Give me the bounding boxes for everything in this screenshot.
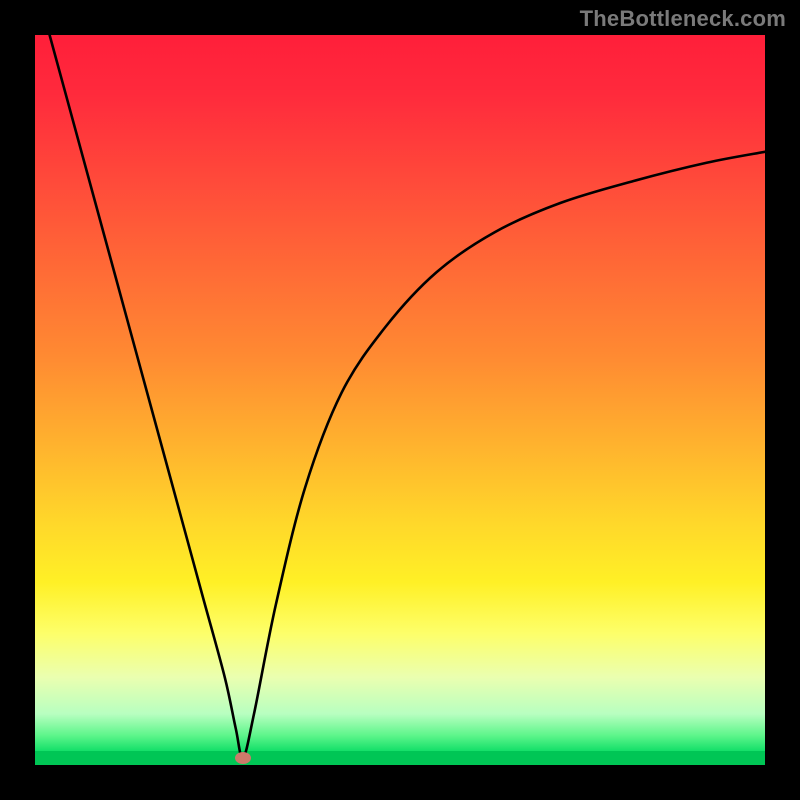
bottleneck-curve: [35, 35, 765, 765]
minimum-marker: [235, 752, 251, 764]
plot-area: [35, 35, 765, 765]
watermark-text: TheBottleneck.com: [580, 6, 786, 32]
chart-frame: TheBottleneck.com: [0, 0, 800, 800]
